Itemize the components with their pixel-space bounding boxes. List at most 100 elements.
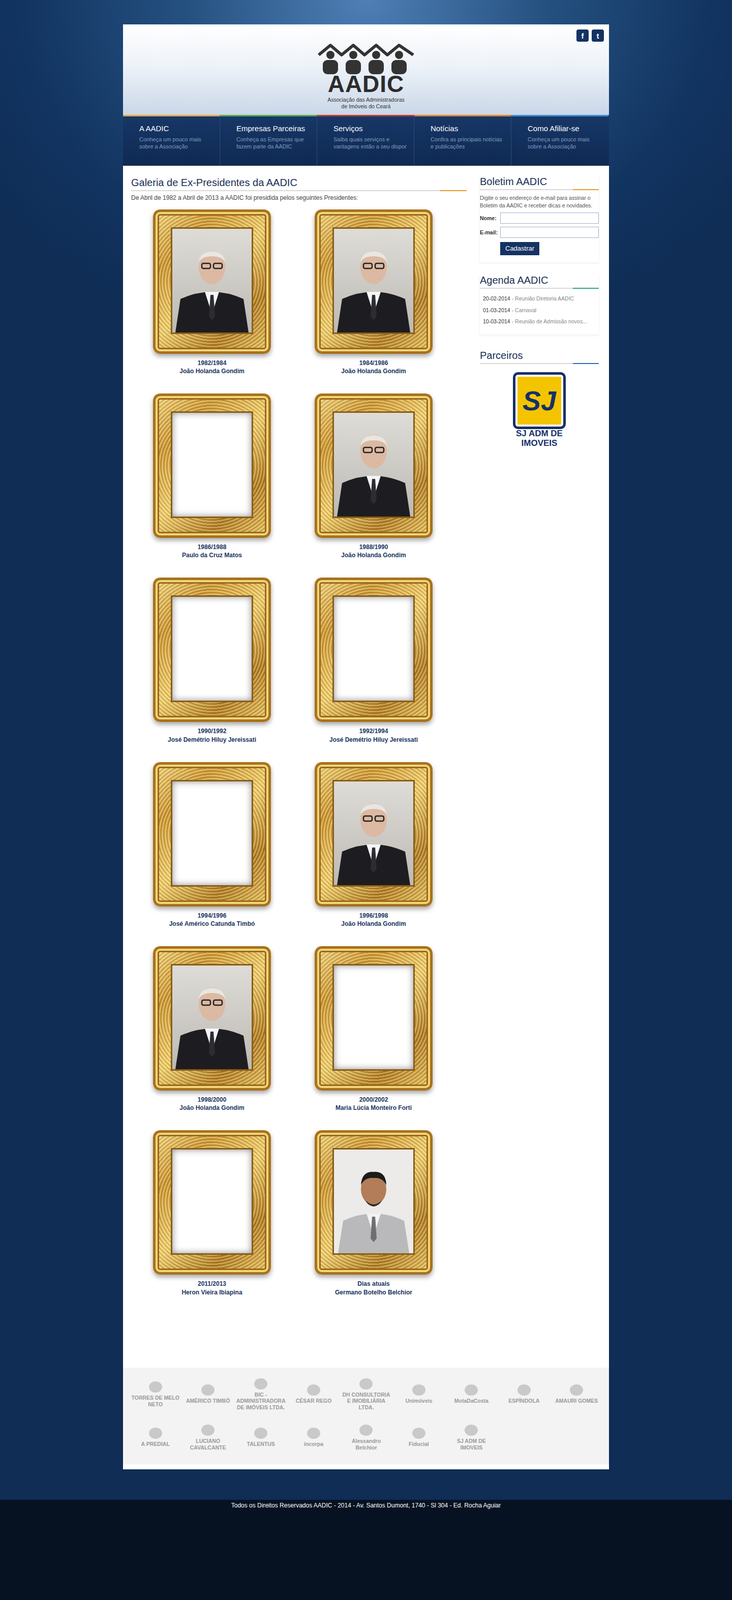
nav-item[interactable]: ServiçosSaiba quais serviços e vantagens…: [317, 114, 415, 166]
partner-logo[interactable]: Fiducial: [394, 1415, 443, 1459]
partner-logo[interactable]: A PREDIAL: [131, 1415, 180, 1459]
nav-item[interactable]: Como Afiliar-seConheça um pouco mais sob…: [511, 114, 609, 166]
partner-name[interactable]: AMAURI GOMES: [555, 1397, 598, 1404]
page-title: Galeria de Ex-Presidentes da AADIC: [131, 175, 467, 190]
partner-name[interactable]: Unimóveis: [405, 1397, 433, 1404]
agenda-text[interactable]: - Reunião Diretoria AADIC: [510, 295, 574, 302]
president-period: 1990/1992: [167, 726, 257, 736]
partner-name[interactable]: MotaDaCosta: [454, 1397, 489, 1404]
president-item: 1986/1988Paulo da Cruz Matos: [131, 393, 293, 560]
title-underline: [479, 287, 599, 289]
nav-title[interactable]: Serviços: [333, 123, 408, 134]
partner-logo[interactable]: CÉSAR REGO: [289, 1372, 338, 1416]
logo-subtitle: Associação das Administradorasde Imóveis…: [327, 96, 405, 110]
partner-logo[interactable]: Unimóveis: [394, 1372, 443, 1416]
agenda-item[interactable]: 20-02-2014 - Reunião Diretoria AADIC: [479, 292, 599, 305]
partner-logo[interactable]: SJ ADM DE IMOVEIS: [447, 1415, 496, 1459]
nav-title[interactable]: A AADIC: [139, 123, 214, 134]
partner-name[interactable]: TALENTUS: [247, 1440, 276, 1447]
nav-desc[interactable]: Conheça um pouco mais sobre a Associação: [139, 135, 214, 151]
empty-portrait: [172, 781, 252, 886]
president-item: 1990/1992José Demétrio Hiluy Jereissati: [131, 577, 293, 744]
email-field[interactable]: [500, 226, 599, 238]
agenda-box: Agenda AADIC20-02-2014 - Reunião Diretor…: [479, 273, 599, 335]
nav-desc[interactable]: Conheça as Empresas que fazem parte da A…: [236, 135, 311, 151]
twitter-icon[interactable]: t: [591, 29, 604, 42]
agenda-text[interactable]: - Carnaval: [510, 307, 537, 314]
portrait-photo: [172, 228, 252, 333]
agenda-date[interactable]: 10-03-2014: [482, 318, 511, 325]
partner-logo[interactable]: incorpa: [289, 1415, 338, 1459]
page-container: ft AADICAssociação das Administradorasde …: [123, 24, 609, 1470]
president-item: Dias atuaisGermano Botelho Belchior: [292, 1130, 455, 1296]
partner-mark[interactable]: SJ: [512, 372, 566, 430]
nav-desc[interactable]: Confira as principais notícias e publica…: [430, 135, 505, 151]
nav-item[interactable]: Empresas ParceirasConheça as Empresas qu…: [220, 114, 318, 166]
agenda-date[interactable]: 01-03-2014: [482, 307, 511, 314]
agenda-item[interactable]: 10-03-2014 - Reunião de Admissão novos..…: [479, 315, 599, 328]
partner-logo[interactable]: SJSJ ADM DEIMOVEIS: [479, 372, 599, 448]
president-caption: 2011/2013Heron Vieira Ibiapina: [181, 1279, 242, 1296]
partners-strip: TORRES DE MELO NETO AMÉRICO TIMBÓ BIC - AD…: [123, 1367, 609, 1464]
empty-portrait: [333, 965, 414, 1070]
partner-name[interactable]: Alessandro Belchior: [342, 1437, 391, 1450]
nav-item[interactable]: NotíciasConfira as principais notícias e…: [414, 114, 512, 166]
logo-icon: [517, 1384, 531, 1396]
president-name: Paulo da Cruz Matos: [181, 551, 242, 560]
partner-name[interactable]: Fiducial: [408, 1440, 430, 1447]
president-caption: 1986/1988Paulo da Cruz Matos: [181, 542, 242, 560]
partner-name[interactable]: BIC - ADMINISTRADORA DE IMÓVEIS LTDA.: [236, 1391, 286, 1410]
partner-name[interactable]: AMÉRICO TIMBÓ: [186, 1397, 230, 1404]
agenda-item[interactable]: 01-03-2014 - Carnaval: [479, 304, 599, 317]
picture-frame: [314, 393, 433, 538]
partner-logo[interactable]: TALENTUS: [236, 1415, 286, 1459]
partner-name[interactable]: ESPÍNDOLA: [508, 1397, 540, 1404]
nav-desc[interactable]: Saiba quais serviços e vantagens estão a…: [333, 135, 408, 151]
president-caption: 1998/2000João Holanda Gondim: [179, 1095, 244, 1112]
partner-logo[interactable]: ESPÍNDOLA: [499, 1372, 548, 1416]
nav-title[interactable]: Notícias: [430, 123, 505, 134]
president-name: José Demétrio Hiluy Jereissati: [329, 735, 418, 744]
name-field[interactable]: [500, 212, 599, 224]
partner-logo[interactable]: BIC - ADMINISTRADORA DE IMÓVEIS LTDA.: [236, 1372, 286, 1416]
nav-title[interactable]: Empresas Parceiras: [236, 123, 311, 134]
partner-name[interactable]: SJ ADM DE IMOVEIS: [447, 1437, 496, 1450]
partner-logo[interactable]: DH CONSULTORIA E IMOBILIÁRIA LTDA.: [342, 1372, 391, 1416]
nav-desc[interactable]: Conheça um pouco mais sobre a Associação: [527, 135, 603, 151]
partner-name[interactable]: TORRES DE MELO NETO: [131, 1394, 180, 1407]
partner-name[interactable]: A PREDIAL: [141, 1440, 170, 1447]
president-period: 1992/1994: [329, 726, 418, 736]
partner-logo[interactable]: Alessandro Belchior: [342, 1415, 391, 1459]
facebook-icon[interactable]: f: [576, 29, 589, 42]
agenda-text[interactable]: - Reunião de Admissão novos...: [510, 318, 588, 325]
partner-name[interactable]: SJ ADM DE: [515, 429, 563, 439]
agenda-date[interactable]: 20-02-2014: [482, 295, 511, 302]
president-name: Germano Botelho Belchior: [334, 1288, 413, 1297]
president-item: 1994/1996José Américo Catunda Timbó: [131, 761, 293, 928]
partners-title: Parceiros: [479, 348, 599, 362]
title-underline: [131, 190, 467, 192]
logo-icon[interactable]: [317, 42, 415, 75]
president-item: 2000/2002Maria Lúcia Monteiro Forti: [292, 946, 455, 1112]
nav-item[interactable]: A AADICConheça um pouco mais sobre a Ass…: [123, 114, 221, 166]
partners-box: Parceiros SJSJ ADM DEIMOVEIS: [479, 348, 599, 448]
logo-icon: [254, 1427, 268, 1439]
partner-logo[interactable]: MotaDaCosta: [447, 1372, 496, 1416]
partner-name[interactable]: incorpa: [303, 1440, 324, 1447]
logo-title[interactable]: AADIC: [327, 72, 405, 96]
president-item: 1996/1998João Holanda Gondim: [292, 761, 455, 928]
partner-logo[interactable]: LUCIANO CAVALCANTE: [183, 1415, 232, 1459]
partner-logo[interactable]: AMAURI GOMES: [552, 1372, 601, 1416]
partner-name[interactable]: LUCIANO CAVALCANTE: [183, 1437, 232, 1450]
subscribe-button[interactable]: Cadastrar: [500, 241, 540, 256]
partner-logo[interactable]: AMÉRICO TIMBÓ: [183, 1372, 232, 1416]
partner-name[interactable]: IMOVEIS: [521, 438, 558, 449]
president-item: 1998/2000João Holanda Gondim: [131, 946, 293, 1112]
nav-title[interactable]: Como Afiliar-se: [527, 123, 603, 134]
president-name: José Demétrio Hiluy Jereissati: [167, 735, 257, 744]
partner-logo[interactable]: TORRES DE MELO NETO: [131, 1372, 180, 1416]
partner-name[interactable]: CÉSAR REGO: [295, 1397, 332, 1404]
partner-name[interactable]: DH CONSULTORIA E IMOBILIÁRIA LTDA.: [342, 1391, 391, 1410]
sidebar: Boletim AADICDigite o seu endereço de e-…: [473, 165, 609, 1368]
portrait-photo: [333, 781, 414, 886]
